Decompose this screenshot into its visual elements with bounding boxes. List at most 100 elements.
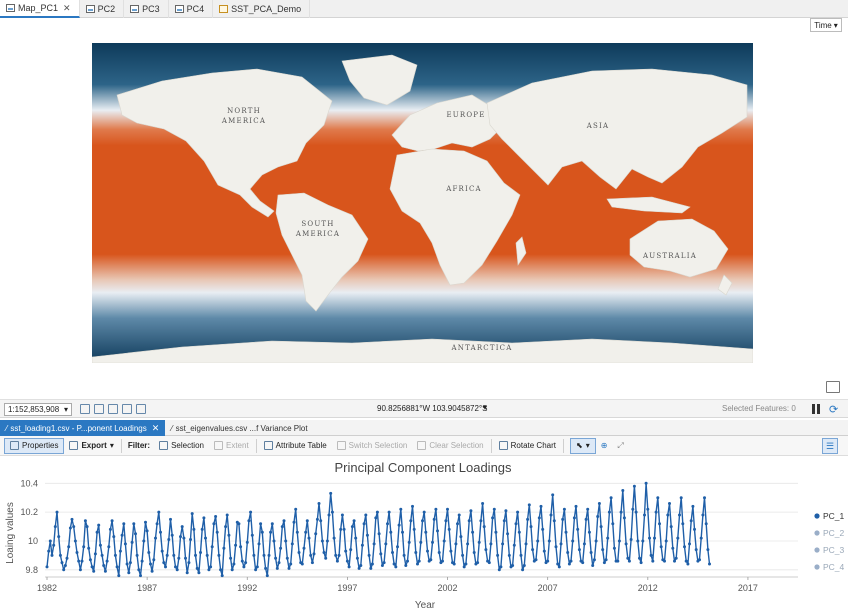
data-point[interactable]: [175, 568, 179, 572]
data-point[interactable]: [624, 542, 628, 546]
data-point[interactable]: [674, 556, 678, 560]
data-point[interactable]: [195, 566, 199, 570]
data-point[interactable]: [194, 553, 197, 557]
data-point[interactable]: [574, 504, 578, 508]
data-point[interactable]: [182, 536, 186, 540]
data-point[interactable]: [549, 513, 553, 517]
data-point[interactable]: [334, 553, 338, 557]
data-point[interactable]: [653, 536, 656, 540]
data-point[interactable]: [240, 559, 244, 563]
data-point[interactable]: [172, 553, 176, 557]
data-point[interactable]: [596, 515, 600, 518]
data-point[interactable]: [612, 546, 616, 550]
data-point[interactable]: [506, 532, 510, 536]
data-point[interactable]: [75, 551, 79, 554]
data-point[interactable]: [110, 519, 114, 523]
data-point[interactable]: [648, 536, 651, 540]
data-point[interactable]: [526, 517, 530, 521]
data-point[interactable]: [87, 546, 91, 550]
data-point[interactable]: [546, 559, 550, 563]
data-point[interactable]: [204, 536, 207, 540]
data-point[interactable]: [267, 553, 271, 557]
legend-item-pc-2[interactable]: PC_2: [814, 528, 845, 538]
data-point[interactable]: [547, 539, 551, 543]
data-point[interactable]: [362, 522, 366, 526]
data-point[interactable]: [355, 556, 359, 560]
tab-pc4[interactable]: PC4: [169, 0, 214, 18]
data-point[interactable]: [437, 551, 441, 554]
data-point[interactable]: [242, 565, 246, 569]
data-point[interactable]: [599, 525, 603, 529]
data-point[interactable]: [446, 507, 449, 511]
data-point[interactable]: [107, 545, 111, 549]
data-point[interactable]: [617, 539, 621, 543]
data-point[interactable]: [497, 568, 501, 572]
data-point[interactable]: [462, 565, 466, 569]
data-point[interactable]: [309, 553, 313, 557]
data-point[interactable]: [581, 561, 585, 565]
properties-button[interactable]: Properties: [4, 437, 65, 454]
data-point[interactable]: [47, 549, 51, 553]
data-point[interactable]: [339, 527, 343, 531]
data-point[interactable]: [387, 510, 391, 514]
data-point[interactable]: [411, 504, 414, 508]
select-tool-button[interactable]: ⬉ ▾: [569, 437, 596, 454]
data-point[interactable]: [152, 558, 156, 562]
data-point[interactable]: [592, 558, 596, 562]
data-point[interactable]: [149, 562, 152, 566]
data-point[interactable]: [426, 549, 429, 553]
data-point[interactable]: [566, 551, 570, 554]
data-point[interactable]: [82, 545, 86, 549]
data-point[interactable]: [536, 539, 540, 543]
data-point[interactable]: [688, 542, 691, 546]
data-point[interactable]: [534, 558, 538, 562]
data-point[interactable]: [340, 513, 344, 517]
data-point[interactable]: [656, 496, 660, 500]
data-point[interactable]: [391, 551, 394, 554]
data-point[interactable]: [234, 543, 238, 547]
data-point[interactable]: [627, 559, 631, 563]
data-point[interactable]: [591, 564, 595, 567]
data-point[interactable]: [421, 519, 424, 523]
data-point[interactable]: [217, 553, 221, 557]
data-point[interactable]: [601, 548, 605, 552]
data-point[interactable]: [389, 530, 393, 534]
data-point[interactable]: [177, 556, 181, 560]
data-point[interactable]: [350, 525, 354, 529]
pan-icon[interactable]: [122, 404, 132, 414]
data-point[interactable]: [145, 529, 149, 533]
data-point[interactable]: [305, 519, 309, 523]
data-point[interactable]: [365, 533, 369, 537]
navigate-icon[interactable]: [136, 404, 146, 414]
data-point[interactable]: [584, 517, 588, 521]
data-point[interactable]: [609, 496, 613, 500]
filter-extent-button[interactable]: Extent: [209, 438, 254, 454]
data-point[interactable]: [88, 558, 92, 562]
data-point[interactable]: [354, 536, 358, 540]
data-point[interactable]: [265, 574, 269, 578]
tab-pc3[interactable]: PC3: [124, 0, 169, 18]
data-point[interactable]: [434, 507, 438, 511]
data-point[interactable]: [73, 539, 77, 543]
data-point[interactable]: [479, 519, 483, 523]
data-point[interactable]: [377, 532, 381, 536]
data-point[interactable]: [419, 540, 423, 544]
data-point[interactable]: [409, 519, 413, 523]
data-point[interactable]: [189, 538, 192, 541]
data-point[interactable]: [108, 527, 112, 531]
data-point[interactable]: [284, 539, 288, 543]
zoom-to-selection-icon[interactable]: [94, 404, 104, 414]
data-point[interactable]: [597, 502, 601, 505]
data-point[interactable]: [297, 551, 301, 554]
data-point[interactable]: [130, 540, 134, 544]
data-point[interactable]: [516, 510, 520, 514]
data-point[interactable]: [589, 551, 593, 554]
data-point[interactable]: [482, 525, 486, 529]
filter-selection-button[interactable]: Selection: [154, 438, 209, 454]
data-point[interactable]: [384, 542, 388, 546]
data-point[interactable]: [706, 548, 710, 552]
grid-icon[interactable]: [108, 404, 118, 414]
data-point[interactable]: [244, 561, 248, 565]
data-point[interactable]: [369, 566, 373, 570]
data-point[interactable]: [459, 535, 463, 539]
